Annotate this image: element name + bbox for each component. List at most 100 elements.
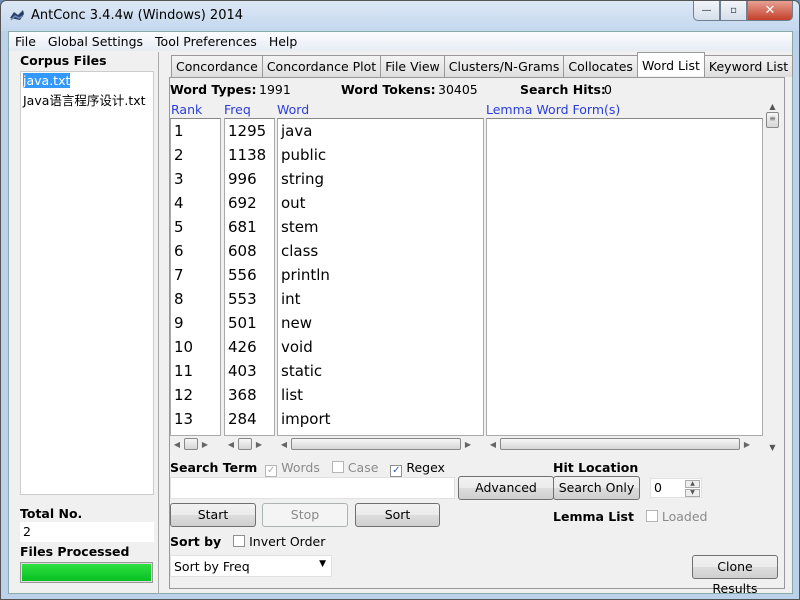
close-button[interactable]: ✕	[747, 1, 793, 21]
hit-location-spinner[interactable]: 0 ▲ ▼	[650, 478, 702, 498]
scroll-up-icon[interactable]: ▲	[764, 102, 781, 111]
word-cell[interactable]: list	[278, 383, 483, 407]
scroll-thumb[interactable]	[238, 438, 252, 450]
corpus-file-item[interactable]: Java语言程序设计.txt	[21, 89, 153, 110]
stop-button[interactable]: Stop	[262, 503, 348, 527]
freq-cell[interactable]: 681	[225, 215, 274, 239]
tab-keyword-list[interactable]: Keyword List	[703, 55, 794, 77]
word-cell[interactable]: new	[278, 311, 483, 335]
rank-cell[interactable]: 7	[171, 263, 220, 287]
scroll-thumb[interactable]	[500, 438, 740, 450]
word-column-header[interactable]: Word	[277, 102, 309, 117]
word-cell[interactable]: static	[278, 359, 483, 383]
tab-concordance-plot[interactable]: Concordance Plot	[261, 55, 382, 77]
lemma-column-header[interactable]: Lemma Word Form(s)	[486, 102, 620, 117]
lemma-vscrollbar[interactable]: ▲ ≡ ▼	[764, 102, 781, 452]
tab-word-list[interactable]: Word List	[636, 52, 705, 76]
rank-cell[interactable]: 8	[171, 287, 220, 311]
lemma-column[interactable]	[486, 118, 763, 436]
search-only-button[interactable]: Search Only	[553, 476, 640, 500]
rank-cell[interactable]: 6	[171, 239, 220, 263]
rank-cell[interactable]: 11	[171, 359, 220, 383]
word-cell[interactable]: public	[278, 143, 483, 167]
scroll-thumb[interactable]	[291, 438, 461, 450]
menu-tool-preferences[interactable]: Tool Preferences	[149, 34, 263, 49]
spin-up-icon[interactable]: ▲	[685, 480, 700, 488]
scroll-right-icon[interactable]: ▶	[461, 440, 475, 449]
freq-column[interactable]: 1295 1138 996 692 681 608 556 553 501 426 403 368 28…	[224, 118, 275, 436]
freq-cell[interactable]: 556	[225, 263, 274, 287]
freq-cell[interactable]: 501	[225, 311, 274, 335]
advanced-button[interactable]: Advanced	[458, 476, 554, 500]
loaded-checkbox[interactable]	[645, 510, 658, 522]
scroll-left-icon[interactable]: ◀	[170, 440, 184, 449]
rank-cell[interactable]: 3	[171, 167, 220, 191]
spin-down-icon[interactable]: ▼	[685, 489, 700, 497]
scroll-right-icon[interactable]: ▶	[252, 440, 266, 449]
freq-cell[interactable]: 368	[225, 383, 274, 407]
clone-results-button[interactable]: Clone Results	[692, 555, 778, 596]
freq-cell[interactable]: 553	[225, 287, 274, 311]
word-cell[interactable]: java	[278, 119, 483, 143]
word-cell[interactable]: out	[278, 191, 483, 215]
words-checkbox[interactable]: ✓	[265, 465, 278, 477]
case-checkbox[interactable]	[331, 461, 344, 473]
freq-cell[interactable]: 996	[225, 167, 274, 191]
sort-by-dropdown[interactable]: Sort by Freq ▼	[170, 555, 332, 577]
tab-collocates[interactable]: Collocates	[563, 55, 638, 77]
rank-hscrollbar[interactable]: ◀ ▶	[170, 438, 221, 450]
word-cell[interactable]: int	[278, 287, 483, 311]
rank-cell[interactable]: 5	[171, 215, 220, 239]
rank-cell[interactable]: 10	[171, 335, 220, 359]
start-button[interactable]: Start	[170, 503, 256, 527]
freq-cell[interactable]: 1295	[225, 119, 274, 143]
tab-file-view[interactable]: File View	[380, 55, 445, 77]
rank-cell[interactable]: 2	[171, 143, 220, 167]
scroll-right-icon[interactable]: ▶	[740, 440, 754, 449]
rank-cell[interactable]: 4	[171, 191, 220, 215]
menu-help[interactable]: Help	[263, 34, 304, 49]
rank-column-header[interactable]: Rank	[171, 102, 202, 117]
scroll-left-icon[interactable]: ◀	[277, 440, 291, 449]
word-column[interactable]: java public string out stem class println int ne…	[277, 118, 484, 436]
word-cell[interactable]: void	[278, 335, 483, 359]
menu-file[interactable]: File	[9, 34, 42, 49]
freq-hscrollbar[interactable]: ◀ ▶	[224, 438, 275, 450]
tab-clusters-ngrams[interactable]: Clusters/N-Grams	[443, 55, 565, 77]
rank-cell[interactable]: 1	[171, 119, 220, 143]
word-cell[interactable]: class	[278, 239, 483, 263]
freq-cell[interactable]: 608	[225, 239, 274, 263]
regex-checkbox[interactable]: ✓	[390, 465, 403, 477]
scroll-thumb[interactable]	[184, 438, 198, 450]
rank-cell[interactable]: 13	[171, 407, 220, 431]
word-hscrollbar[interactable]: ◀ ▶	[277, 438, 484, 450]
minimize-button[interactable]: —	[693, 1, 720, 21]
corpus-file-list[interactable]: java.txt Java语言程序设计.txt	[20, 71, 154, 495]
freq-cell[interactable]: 692	[225, 191, 274, 215]
rank-cell[interactable]: 12	[171, 383, 220, 407]
menu-global-settings[interactable]: Global Settings	[42, 34, 149, 49]
maximize-button[interactable]: ▫	[720, 1, 747, 21]
word-cell[interactable]: println	[278, 263, 483, 287]
word-cell[interactable]: import	[278, 407, 483, 431]
rank-column[interactable]: 1 2 3 4 5 6 7 8 9 10 11 12 13	[170, 118, 221, 436]
search-term-input[interactable]	[170, 477, 455, 499]
scroll-right-icon[interactable]: ▶	[198, 440, 212, 449]
corpus-file-item[interactable]: java.txt	[21, 72, 153, 89]
freq-cell[interactable]: 284	[225, 407, 274, 431]
scroll-left-icon[interactable]: ◀	[486, 440, 500, 449]
word-cell[interactable]: string	[278, 167, 483, 191]
freq-cell[interactable]: 426	[225, 335, 274, 359]
scroll-left-icon[interactable]: ◀	[224, 440, 238, 449]
scroll-thumb[interactable]: ≡	[766, 112, 779, 128]
rank-cell[interactable]: 9	[171, 311, 220, 335]
sort-button[interactable]: Sort	[355, 503, 440, 527]
freq-cell[interactable]: 403	[225, 359, 274, 383]
scroll-down-icon[interactable]: ▼	[764, 443, 781, 452]
invert-order-checkbox[interactable]	[233, 535, 246, 547]
tab-concordance[interactable]: Concordance	[171, 55, 263, 77]
freq-cell[interactable]: 1138	[225, 143, 274, 167]
word-cell[interactable]: stem	[278, 215, 483, 239]
lemma-hscrollbar[interactable]: ◀ ▶	[486, 438, 763, 450]
freq-column-header[interactable]: Freq	[224, 102, 251, 117]
